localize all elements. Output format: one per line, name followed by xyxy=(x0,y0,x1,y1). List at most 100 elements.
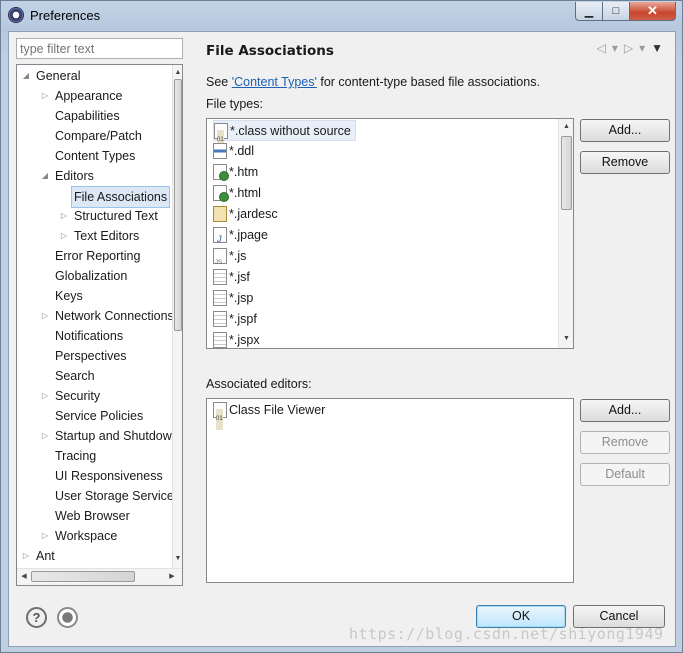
tree-expand-arrow-icon[interactable]: ▷ xyxy=(59,206,69,226)
file-type-icon xyxy=(213,290,227,306)
eclipse-app-icon xyxy=(8,7,24,23)
tree-item-label: Capabilities xyxy=(55,109,120,123)
scroll-right-icon[interactable]: ▶ xyxy=(167,571,177,583)
file-type-item[interactable]: *.js xyxy=(213,246,247,274)
back-arrow-icon[interactable]: ◁ xyxy=(597,41,606,55)
tree-horizontal-scrollbar[interactable]: ◀ ▶ xyxy=(17,568,182,585)
scroll-up-icon[interactable]: ▲ xyxy=(173,67,182,79)
file-type-icon xyxy=(213,311,227,327)
tree-item-label: Compare/Patch xyxy=(55,129,142,143)
tree-collapse-arrow-icon[interactable]: ◢ xyxy=(40,166,50,186)
associated-editors-list[interactable]: Class File Viewer xyxy=(206,398,574,583)
preference-tree: ◢ General ▷ Appearance Capabilities Compare/P… xyxy=(16,64,183,586)
associated-editors-label: Associated editors: xyxy=(206,377,312,391)
tree-item-label: Notifications xyxy=(55,329,124,343)
add-editor-button[interactable]: Add... xyxy=(580,399,670,422)
tree-expand-arrow-icon[interactable]: ▷ xyxy=(40,526,50,546)
tree-item-label: Structured Text xyxy=(74,209,158,223)
tree-item-label: Security xyxy=(55,389,101,403)
view-menu-icon[interactable]: ▼ xyxy=(651,41,663,55)
minimize-button[interactable]: ▁ xyxy=(575,2,603,21)
file-type-icon xyxy=(213,332,227,348)
maximize-button[interactable]: □ xyxy=(603,2,630,21)
forward-dropdown-icon[interactable]: ▾ xyxy=(639,41,645,55)
file-type-icon xyxy=(213,402,227,430)
back-dropdown-icon[interactable]: ▾ xyxy=(612,41,618,55)
minimize-icon: ▁ xyxy=(584,5,594,18)
file-type-item[interactable]: *.ddl xyxy=(213,141,254,162)
tree-expand-arrow-icon[interactable]: ▷ xyxy=(40,426,50,446)
content-types-hint: See 'Content Types' for content-type bas… xyxy=(206,75,540,89)
file-type-icon xyxy=(213,269,227,285)
tree-item-label: Search xyxy=(55,369,95,383)
tree-item-label: Error Reporting xyxy=(55,249,141,263)
file-types-label: File types: xyxy=(206,97,263,111)
tree-expand-arrow-icon[interactable]: ▷ xyxy=(40,386,50,406)
remove-editor-button[interactable]: Remove xyxy=(580,431,670,454)
file-type-icon xyxy=(213,206,227,222)
tree-collapse-arrow-icon[interactable]: ◢ xyxy=(21,66,31,86)
file-type-item-label: *.html xyxy=(229,186,261,200)
tree-expand-arrow-icon[interactable]: ▷ xyxy=(21,546,31,566)
editor-item[interactable]: Class File Viewer xyxy=(213,400,325,430)
file-types-scrollbar[interactable]: ▲ ▼ xyxy=(558,119,573,348)
scroll-down-icon[interactable]: ▼ xyxy=(559,333,573,345)
file-type-item[interactable]: *.jardesc xyxy=(213,204,278,225)
tree-item-label: Keys xyxy=(55,289,83,303)
tree-item-label: Perspectives xyxy=(55,349,127,363)
default-editor-button[interactable]: Default xyxy=(580,463,670,486)
ok-button[interactable]: OK xyxy=(476,605,566,628)
tree-hscroll-thumb[interactable] xyxy=(31,571,135,582)
file-type-item[interactable]: *.htm xyxy=(213,162,258,183)
tree-expand-arrow-icon[interactable]: ▷ xyxy=(40,86,50,106)
file-types-scroll-thumb[interactable] xyxy=(561,136,572,210)
file-type-item[interactable]: *.jpage xyxy=(213,225,268,250)
file-types-list[interactable]: *.class without source *.ddl *.htm *.html *.… xyxy=(206,118,574,349)
maximize-icon: □ xyxy=(612,5,620,17)
tree-item-label: Startup and Shutdown xyxy=(55,429,173,443)
file-type-item-label: *.htm xyxy=(229,165,259,179)
forward-arrow-icon[interactable]: ▷ xyxy=(624,41,633,55)
close-button[interactable]: ✕ xyxy=(630,2,676,21)
file-type-icon xyxy=(213,227,227,250)
tree-expand-arrow-icon[interactable]: ▷ xyxy=(59,226,69,246)
tree-item-label: Appearance xyxy=(55,89,123,103)
dialog-body: ◢ General ▷ Appearance Capabilities Compare/P… xyxy=(8,31,676,647)
remove-file-type-button[interactable]: Remove xyxy=(580,151,670,174)
scroll-down-icon[interactable]: ▼ xyxy=(173,553,182,565)
file-type-item-label: *.jardesc xyxy=(229,207,278,221)
window-title: Preferences xyxy=(30,8,101,23)
add-file-type-button[interactable]: Add... xyxy=(580,119,670,142)
file-type-item[interactable]: *.jsp xyxy=(213,288,253,309)
tree-expand-arrow-icon[interactable]: ▷ xyxy=(40,306,50,326)
file-type-item[interactable]: *.class without source xyxy=(213,120,356,151)
file-type-item-label: *.js xyxy=(229,249,247,263)
tree-item-label: Ant xyxy=(36,549,55,563)
tree-item-label: UI Responsiveness xyxy=(55,469,163,483)
scroll-left-icon[interactable]: ◀ xyxy=(19,571,29,583)
title-bar[interactable]: Preferences ▁ □ ✕ xyxy=(1,1,682,31)
help-icon[interactable]: ? xyxy=(26,607,47,628)
file-type-item[interactable]: *.jspf xyxy=(213,309,257,330)
tree-vertical-scrollbar[interactable]: ▲ ▼ xyxy=(172,65,182,568)
content-types-link[interactable]: 'Content Types' xyxy=(232,75,317,89)
cancel-button[interactable]: Cancel xyxy=(573,605,665,628)
file-type-icon xyxy=(213,143,227,159)
file-type-item-label: *.jpage xyxy=(229,228,268,242)
file-type-item[interactable]: *.jspx xyxy=(213,330,260,348)
page-navigation: ◁ ▾ ▷ ▾ ▼ xyxy=(597,41,663,55)
page-title: File Associations xyxy=(206,43,334,59)
tree-item-label: Content Types xyxy=(55,149,136,163)
scroll-up-icon[interactable]: ▲ xyxy=(559,121,573,133)
tree-item-label: Editors xyxy=(55,169,94,183)
file-type-item-label: *.jsf xyxy=(229,270,250,284)
close-icon: ✕ xyxy=(647,3,658,18)
record-macro-icon[interactable] xyxy=(57,607,78,628)
file-type-icon xyxy=(213,248,227,274)
file-type-item[interactable]: *.jsf xyxy=(213,267,250,288)
file-type-icon xyxy=(214,123,228,151)
tree-item-label: General xyxy=(36,69,81,83)
tree-scroll-thumb[interactable] xyxy=(174,79,182,331)
filter-input[interactable] xyxy=(16,38,183,59)
file-type-item[interactable]: *.html xyxy=(213,183,261,204)
